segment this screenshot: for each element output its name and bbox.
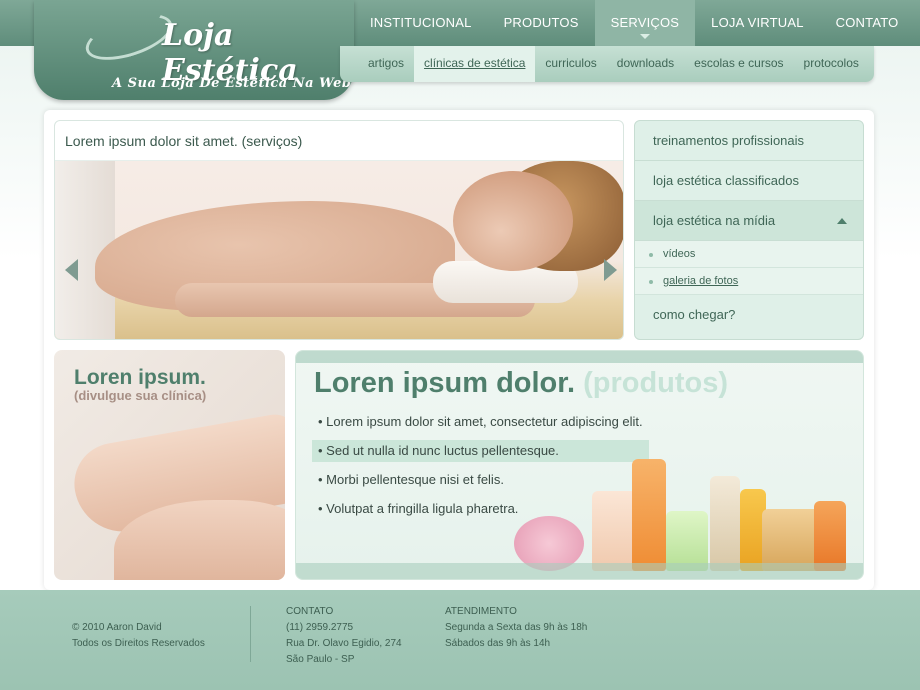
product-box bbox=[762, 509, 820, 571]
list-item: Lorem ipsum dolor sit amet, consectetur … bbox=[312, 411, 649, 433]
bullet-icon bbox=[649, 253, 653, 257]
main-nav: INSTITUCIONAL PRODUTOS SERVIÇOS LOJA VIR… bbox=[354, 0, 914, 46]
clinic-promo-card[interactable]: Loren ipsum. (divulgue sua clínica) bbox=[54, 350, 285, 580]
sidebar-subitem-videos[interactable]: vídeos bbox=[635, 241, 863, 268]
product-bottle bbox=[632, 459, 666, 571]
sidebar-item-como-chegar[interactable]: como chegar? bbox=[635, 295, 863, 335]
nav-item-contato[interactable]: CONTATO bbox=[820, 0, 915, 46]
products-image bbox=[514, 451, 854, 571]
sidebar-item-classificados[interactable]: loja estética classificados bbox=[635, 161, 863, 201]
logo[interactable]: Loja Estética A Sua Loja De Estética Na … bbox=[34, 0, 354, 100]
footer-contato: CONTATO (11) 2959.2775 Rua Dr. Olavo Egi… bbox=[286, 606, 402, 665]
brush-edge-bottom bbox=[296, 563, 863, 579]
subnav-item-curriculos[interactable]: curriculos bbox=[535, 46, 606, 82]
sub-nav: artigos clínicas de estética curriculos … bbox=[340, 46, 874, 82]
brush-edge-top bbox=[296, 351, 863, 363]
subnav-item-downloads[interactable]: downloads bbox=[607, 46, 684, 82]
card-subtitle: (divulgue sua clínica) bbox=[74, 388, 207, 403]
product-bottle bbox=[814, 501, 846, 571]
sidebar-item-midia[interactable]: loja estética na mídia bbox=[635, 201, 863, 241]
products-promo: Loren ipsum dolor. (produtos) Lorem ipsu… bbox=[295, 350, 864, 580]
footer-divider bbox=[250, 606, 251, 662]
slider-next-icon[interactable] bbox=[604, 259, 617, 281]
hero-image bbox=[55, 161, 623, 339]
bullet-icon bbox=[649, 280, 653, 284]
hero-slider: Lorem ipsum dolor sit amet. (serviços) bbox=[54, 120, 624, 340]
footer-copyright: © 2010 Aaron David Todos os Direitos Res… bbox=[72, 622, 205, 649]
product-bottle bbox=[666, 511, 708, 571]
face-shape bbox=[453, 171, 573, 271]
subnav-item-artigos[interactable]: artigos bbox=[358, 46, 414, 82]
sidebar-item-treinamentos[interactable]: treinamentos profissionais bbox=[635, 121, 863, 161]
footer: © 2010 Aaron David Todos os Direitos Res… bbox=[0, 590, 920, 690]
active-arrow-icon bbox=[639, 34, 650, 39]
collapse-arrow-icon[interactable] bbox=[837, 218, 847, 224]
sidebar-menu: treinamentos profissionais loja estética… bbox=[634, 120, 864, 340]
slider-prev-icon[interactable] bbox=[65, 259, 78, 281]
subnav-item-escolas[interactable]: escolas e cursos bbox=[684, 46, 793, 82]
card-title: Loren ipsum. bbox=[74, 366, 206, 389]
footer-atendimento: ATENDIMENTO Segunda a Sexta das 9h às 18… bbox=[445, 606, 588, 649]
hero-title: Lorem ipsum dolor sit amet. (serviços) bbox=[55, 121, 623, 161]
sidebar-item-label: loja estética na mídia bbox=[653, 213, 776, 228]
subnav-item-protocolos[interactable]: protocolos bbox=[794, 46, 869, 82]
promo-title: Loren ipsum dolor. (produtos) bbox=[314, 367, 729, 399]
product-bottle bbox=[710, 476, 740, 571]
sidebar-subitem-galeria[interactable]: galeria de fotos bbox=[635, 268, 863, 295]
nav-item-produtos[interactable]: PRODUTOS bbox=[488, 0, 595, 46]
nav-item-loja-virtual[interactable]: LOJA VIRTUAL bbox=[695, 0, 819, 46]
nav-item-servicos[interactable]: SERVIÇOS bbox=[594, 0, 696, 46]
subnav-item-clinicas[interactable]: clínicas de estética bbox=[414, 46, 536, 82]
nav-item-institucional[interactable]: INSTITUCIONAL bbox=[354, 0, 488, 46]
logo-subtitle: A Sua Loja De Estética Na Web bbox=[112, 76, 352, 91]
